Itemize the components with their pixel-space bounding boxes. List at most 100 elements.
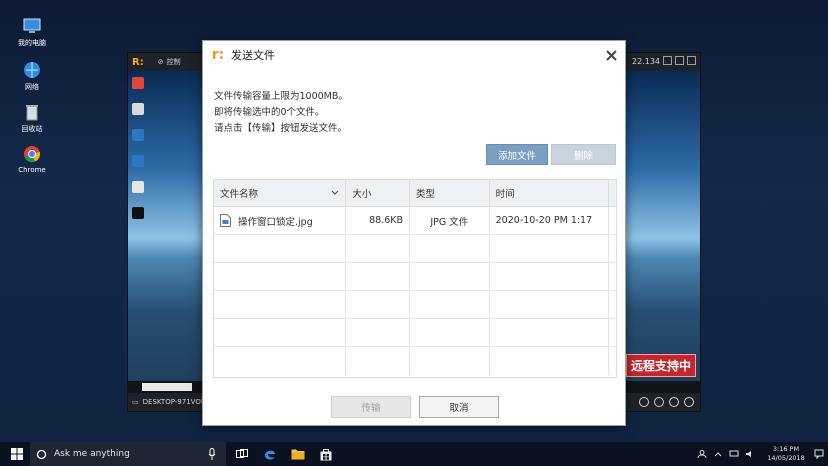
monitor-icon: ▭ xyxy=(132,398,139,406)
chevron-down-icon xyxy=(331,190,339,195)
remote-logo-icon: R: xyxy=(132,56,144,68)
desktop-icon-chrome[interactable]: Chrome xyxy=(14,144,50,174)
camera-icon[interactable] xyxy=(639,397,649,407)
column-header-label: 文件名称 xyxy=(220,189,259,200)
desktop-icon-label: 我的电脑 xyxy=(18,39,46,47)
remote-qq-icon xyxy=(132,207,144,219)
remote-close-button[interactable] xyxy=(687,56,696,65)
tray-chevron-button[interactable] xyxy=(710,442,726,466)
remote-file-icon xyxy=(132,103,144,115)
column-header-type[interactable]: 类型 xyxy=(410,180,490,206)
notification-button[interactable] xyxy=(810,442,828,466)
chevron-up-icon xyxy=(714,451,722,456)
network-status-icon xyxy=(729,450,739,457)
desktop-icon-label: 网络 xyxy=(25,83,39,91)
close-icon xyxy=(605,49,617,61)
remote-doc-icon xyxy=(132,181,144,193)
cancel-button[interactable]: 取消 xyxy=(419,396,499,418)
file-type: JPG 文件 xyxy=(410,207,490,234)
store-icon xyxy=(320,448,332,460)
edge-icon xyxy=(265,450,275,460)
remote-support-badge: 远程支持中 xyxy=(625,354,696,377)
remote-app-icon xyxy=(132,155,144,167)
system-tray: 3:16 PM 14/05/2018 xyxy=(694,442,828,466)
store-button[interactable] xyxy=(312,442,340,466)
table-row-empty xyxy=(214,347,616,375)
remote-app-icon xyxy=(132,129,144,141)
desktop-icon-computer[interactable]: 我的电脑 xyxy=(14,16,50,48)
column-header-spacer xyxy=(609,180,616,206)
recycle-bin-icon xyxy=(26,105,38,121)
file-size: 88.6KB xyxy=(346,207,411,234)
task-view-icon xyxy=(236,449,248,458)
microphone-icon[interactable] xyxy=(208,448,216,460)
start-button[interactable] xyxy=(6,442,28,466)
record-icon[interactable] xyxy=(654,397,664,407)
remote-search-box xyxy=(142,383,192,391)
remote-window-controls xyxy=(663,56,696,65)
dialog-titlebar: r: 发送文件 xyxy=(203,41,625,69)
close-button[interactable] xyxy=(603,47,619,63)
table-row-empty xyxy=(214,319,616,347)
remote-host-label: DESKTOP-971VON xyxy=(142,398,207,406)
people-icon xyxy=(697,450,707,458)
settings-icon[interactable] xyxy=(669,397,679,407)
edge-button[interactable] xyxy=(256,442,284,466)
notification-icon xyxy=(814,449,824,459)
file-table: 文件名称 大小 类型 时间 操作窗口锁定.jpg 88.6KB JPG 文件 2… xyxy=(213,179,617,378)
remote-ip-label: 22.134 xyxy=(632,57,660,66)
clock-date: 14/05/2018 xyxy=(767,454,805,462)
cell-name: 操作窗口锁定.jpg xyxy=(214,207,347,234)
search-icon xyxy=(36,449,47,459)
desktop-icon-recycle-bin[interactable]: 回收站 xyxy=(14,102,50,134)
remote-control-button[interactable]: ⊘ 控制 xyxy=(158,57,181,67)
file-name: 操作窗口锁定.jpg xyxy=(238,216,313,228)
windows-logo-icon xyxy=(11,448,23,460)
taskbar-search[interactable]: Ask me anything xyxy=(30,442,226,466)
column-header-size[interactable]: 大小 xyxy=(346,180,411,206)
app-logo-icon: r: xyxy=(211,47,225,63)
search-placeholder: Ask me anything xyxy=(54,449,130,459)
column-header-time[interactable]: 时间 xyxy=(490,180,610,206)
table-row[interactable]: 操作窗口锁定.jpg 88.6KB JPG 文件 2020-10-20 PM 1… xyxy=(214,207,616,235)
tray-volume-button[interactable] xyxy=(742,442,758,466)
remote-footer-tools xyxy=(639,397,694,407)
info-line-instruction: 请点击【传输】按钮发送文件。 xyxy=(214,123,348,134)
desktop-icon-network[interactable]: 网络 xyxy=(14,60,50,92)
tray-network-button[interactable] xyxy=(726,442,742,466)
column-header-name[interactable]: 文件名称 xyxy=(214,180,347,206)
remote-minimize-button[interactable] xyxy=(663,56,672,65)
remote-desktop-icons xyxy=(132,77,144,219)
file-time: 2020-10-20 PM 1:17 xyxy=(490,207,610,234)
dialog-title: 发送文件 xyxy=(231,49,275,62)
info-line-capacity: 文件传输容量上限为1000MB。 xyxy=(214,91,348,102)
desktop-icon-label: Chrome xyxy=(18,166,46,174)
table-row-empty xyxy=(214,235,616,263)
taskbar: Ask me anything 3:16 PM 14/05/2018 xyxy=(0,442,828,466)
taskbar-apps xyxy=(228,442,340,466)
transfer-button[interactable]: 传输 xyxy=(331,396,411,418)
info-line-selected: 即将传输选中的0个文件。 xyxy=(214,107,325,118)
file-explorer-button[interactable] xyxy=(284,442,312,466)
taskbar-clock[interactable]: 3:16 PM 14/05/2018 xyxy=(762,445,810,463)
table-row-empty xyxy=(214,263,616,291)
volume-icon xyxy=(746,451,751,457)
image-file-icon xyxy=(220,214,231,227)
send-file-dialog: r: 发送文件 文件传输容量上限为1000MB。 即将传输选中的0个文件。 请点… xyxy=(202,40,626,426)
fullscreen-icon[interactable] xyxy=(684,397,694,407)
delete-button[interactable]: 删除 xyxy=(551,144,616,165)
chrome-icon xyxy=(24,146,41,163)
computer-icon xyxy=(23,18,41,33)
table-header: 文件名称 大小 类型 时间 xyxy=(214,180,616,207)
tray-people-button[interactable] xyxy=(694,442,710,466)
cell-spacer xyxy=(609,207,616,234)
clock-time: 3:16 PM xyxy=(772,445,800,453)
table-row-empty xyxy=(214,291,616,319)
task-view-button[interactable] xyxy=(228,442,256,466)
network-icon xyxy=(24,62,40,78)
info-text: 文件传输容量上限为1000MB。 即将传输选中的0个文件。 请点击【传输】按钮发… xyxy=(214,89,348,137)
remote-chrome-icon xyxy=(132,77,144,89)
add-file-button[interactable]: 添加文件 xyxy=(486,144,548,165)
remote-maximize-button[interactable] xyxy=(675,56,684,65)
remote-control-label: 控制 xyxy=(166,58,181,66)
